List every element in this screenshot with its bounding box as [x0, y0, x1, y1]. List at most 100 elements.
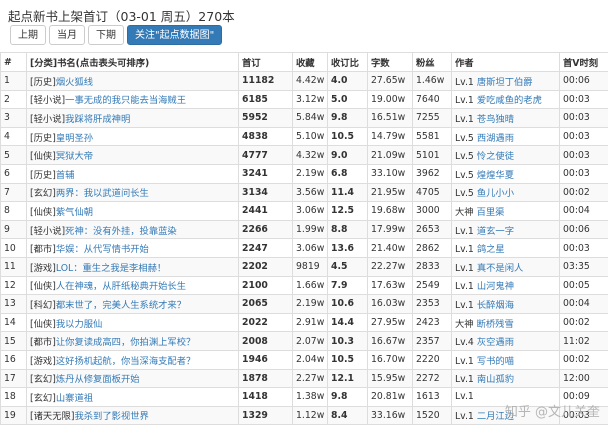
row-ratio: 14.4 — [327, 312, 368, 333]
book-title-link[interactable]: 首辅 — [56, 170, 75, 181]
row-title-cell: [仙侠]紫气仙朝 — [26, 201, 239, 221]
author-link[interactable]: 断桥残雪 — [477, 319, 514, 330]
author-link[interactable]: 写书的喵 — [477, 356, 514, 367]
row-rank: 11 — [0, 256, 27, 277]
book-title-link[interactable]: 一事无成的我只能去当海贼王 — [65, 95, 186, 106]
row-first-v-time: 00:03 — [559, 163, 608, 184]
book-category: [仙侠] — [30, 206, 56, 218]
col-title-header[interactable]: [分类]书名(点击表头可排序) — [26, 52, 239, 72]
row-fans: 2833 — [412, 256, 452, 277]
row-author-cell: Lv.1 真不是闲人 — [451, 256, 560, 277]
book-title-link[interactable]: 烟火狐线 — [56, 77, 93, 88]
row-wordcount: 21.40w — [367, 238, 413, 258]
row-fans: 1613 — [412, 387, 452, 407]
row-rank: 5 — [0, 145, 27, 165]
book-title-link[interactable]: 华娱：从代写情书开始 — [56, 244, 149, 255]
table-row: 12 [仙侠]人在神魂，从肝纸秘典开始长生 2100 1.66w 7.9 17.63w 25… — [0, 275, 608, 296]
book-title-link[interactable]: 我踩将肝成神明 — [65, 114, 130, 125]
row-first-sub: 3134 — [238, 182, 293, 203]
row-author-cell: 大神 断桥残雪 — [451, 312, 560, 333]
book-title-link[interactable]: 两界：我以武道问长生 — [56, 188, 149, 199]
row-ratio: 10.3 — [327, 331, 368, 351]
row-favorites: 9819 — [292, 256, 328, 277]
row-first-v-time: 00:02 — [559, 312, 608, 333]
row-ratio: 6.8 — [327, 163, 368, 184]
col-wordcount-header[interactable]: 字数 — [367, 52, 413, 72]
row-first-sub: 2202 — [238, 256, 293, 277]
current-month-button[interactable]: 当月 — [49, 25, 85, 45]
row-first-v-time: 00:03 — [559, 108, 608, 128]
book-title-link[interactable]: 皇明圣孙 — [56, 133, 93, 144]
author-level: Lv.5 — [455, 151, 474, 163]
row-favorites: 1.12w — [292, 405, 328, 426]
row-favorites: 5.10w — [292, 126, 328, 147]
row-fans: 4705 — [412, 182, 452, 203]
row-ratio: 9.8 — [327, 108, 368, 128]
book-title-link[interactable]: 炼丹从修复面板开始 — [56, 374, 140, 385]
author-link[interactable]: 煌煌华夏 — [477, 170, 514, 181]
author-link[interactable]: 苍鸟独晴 — [477, 114, 514, 125]
table-row: 14 [仙侠]我以力服仙 2022 2.91w 14.4 27.95w 2423 大神 断桥残… — [0, 312, 608, 333]
author-link[interactable]: 南山孤豹 — [477, 374, 514, 385]
col-author-header[interactable]: 作者 — [451, 52, 560, 72]
book-title-link[interactable]: 人在神魂，从肝纸秘典开始长生 — [56, 281, 186, 292]
row-first-v-time: 00:03 — [559, 145, 608, 165]
row-fans: 2862 — [412, 238, 452, 258]
author-link[interactable]: 灰空遇雨 — [477, 337, 514, 348]
author-link[interactable]: 怜之使徒 — [477, 151, 514, 162]
row-title-cell: [科幻]都末世了，完美人生系统才来？ — [26, 294, 239, 314]
author-link[interactable]: 唐斯坦丁伯爵 — [477, 77, 533, 88]
next-period-button[interactable]: 下期 — [88, 25, 124, 45]
book-title-link[interactable]: 让你复读成高四，你拍渊上军校？ — [56, 337, 195, 348]
row-wordcount: 16.51w — [367, 108, 413, 128]
author-link[interactable]: 爱吃咸鱼的老虎 — [477, 95, 542, 106]
book-title-link[interactable]: 山寨道祖 — [56, 393, 93, 404]
row-wordcount: 16.70w — [367, 349, 413, 370]
row-wordcount: 16.67w — [367, 331, 413, 351]
row-first-v-time: 00:05 — [559, 275, 608, 296]
book-category: [都市] — [30, 244, 56, 256]
book-title-link[interactable]: 这好扬机起航，你当深海支配者？ — [56, 356, 195, 367]
col-favorites-header[interactable]: 收藏 — [292, 52, 328, 72]
col-first-sub-header[interactable]: 首订 — [238, 52, 293, 72]
row-first-v-time: 00:03 — [559, 126, 608, 147]
book-title-link[interactable]: LOL：重生之我是李相赫！ — [56, 263, 166, 274]
col-first-v-time-header[interactable]: 首V时刻 — [559, 52, 608, 72]
row-first-v-time: 11:02 — [559, 331, 608, 351]
row-favorites: 2.19w — [292, 294, 328, 314]
author-link[interactable]: 道玄一字 — [477, 226, 514, 237]
author-link[interactable]: 长醉烟海 — [477, 300, 514, 311]
follow-button[interactable]: 关注"起点数据图" — [127, 25, 223, 45]
book-title-link[interactable]: 都末世了，完美人生系统才来？ — [56, 300, 186, 311]
book-category: [轻小说] — [30, 113, 66, 125]
author-link[interactable]: 鸽之星 — [477, 244, 505, 255]
author-level: Lv.1 — [455, 76, 474, 88]
author-link[interactable]: 真不是闲人 — [477, 263, 524, 274]
book-title-link[interactable]: 死神：没有外挂，投靠蓝染 — [65, 226, 177, 237]
row-author-cell: Lv.1 写书的喵 — [451, 349, 560, 370]
author-link[interactable]: 西湖遇雨 — [477, 133, 514, 144]
author-level: Lv.1 — [455, 281, 474, 293]
row-fans: 3000 — [412, 201, 452, 221]
author-link[interactable]: 百里渠 — [477, 207, 505, 218]
author-link[interactable]: 山河鬼神 — [477, 281, 514, 292]
col-ratio-header[interactable]: 收订比 — [327, 52, 368, 72]
row-wordcount: 16.03w — [367, 294, 413, 314]
row-first-sub: 2441 — [238, 201, 293, 221]
author-link[interactable]: 鱼儿小小 — [477, 188, 514, 199]
col-rank-header[interactable]: # — [0, 52, 27, 72]
row-first-v-time: 00:06 — [559, 71, 608, 91]
col-fans-header[interactable]: 粉丝 — [412, 52, 452, 72]
row-rank: 9 — [0, 219, 27, 240]
book-title-link[interactable]: 我以力服仙 — [56, 319, 103, 330]
row-title-cell: [游戏]LOL：重生之我是李相赫！ — [26, 256, 239, 277]
row-first-v-time: 00:06 — [559, 219, 608, 240]
book-title-link[interactable]: 紫气仙朝 — [56, 207, 93, 218]
book-title-link[interactable]: 我杀到了影视世界 — [74, 411, 148, 422]
prev-period-button[interactable]: 上期 — [10, 25, 46, 45]
book-title-link[interactable]: 冥狱大帝 — [56, 151, 93, 162]
row-ratio: 12.5 — [327, 201, 368, 221]
row-fans: 5581 — [412, 126, 452, 147]
row-rank: 13 — [0, 294, 27, 314]
row-first-v-time: 00:02 — [559, 349, 608, 370]
